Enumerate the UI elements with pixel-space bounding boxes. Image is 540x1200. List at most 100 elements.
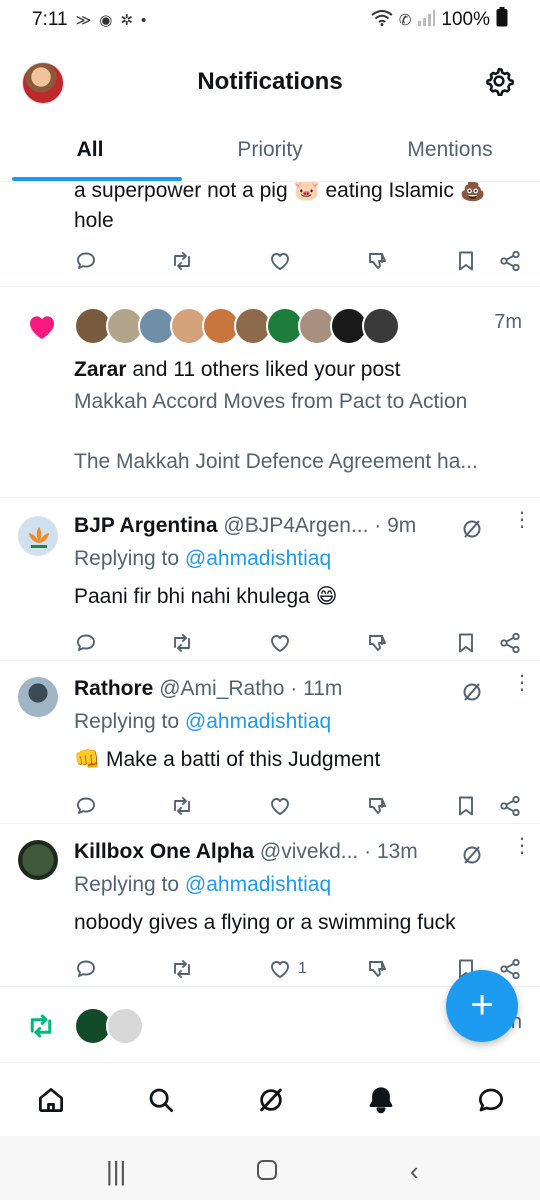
active-tab-indicator [12, 177, 182, 181]
search-icon[interactable] [146, 1085, 176, 1115]
repost-button[interactable] [170, 249, 194, 273]
heart-icon [271, 961, 289, 978]
repost-button[interactable] [170, 631, 194, 655]
mention-link[interactable]: @ahmadishtiaq [185, 873, 331, 896]
tab-mentions[interactable]: Mentions [360, 128, 540, 181]
bookmark-button[interactable] [454, 631, 478, 655]
partial-post-line2: hole [74, 209, 114, 232]
more-options-icon[interactable]: ⋮ [512, 836, 532, 856]
bookmark-icon [459, 796, 473, 816]
reply-text: 👊 Make a batti of this Judgment [74, 748, 381, 771]
reposter-avatars[interactable] [74, 1007, 144, 1045]
battery-icon [496, 7, 508, 33]
dislike-button[interactable] [366, 631, 390, 655]
reply-button[interactable] [74, 631, 98, 655]
mention-link[interactable]: @ahmadishtiaq [185, 547, 331, 570]
home-icon[interactable] [36, 1085, 66, 1115]
bookmark-button[interactable] [454, 249, 478, 273]
reply-header: Killbox One Alpha @vivekd... · 13m [74, 840, 520, 864]
share-button[interactable] [498, 794, 522, 818]
home-system-icon[interactable] [255, 1156, 279, 1189]
recent-apps-icon[interactable]: ||| [106, 1156, 126, 1187]
post-actions [74, 246, 524, 276]
share-button[interactable] [498, 631, 522, 655]
bookmark-icon [459, 251, 473, 271]
system-navigation: ||| ‹ [0, 1136, 540, 1200]
reply-header: BJP Argentina @BJP4Argen... · 9m [74, 514, 520, 538]
notification-feed[interactable]: a superpower not a pig 🐷 eating Islamic … [0, 182, 540, 1062]
reply-text: nobody gives a flying or a swimming fuck [74, 911, 456, 934]
more-options-icon[interactable]: ⋮ [512, 510, 532, 530]
dislike-button[interactable] [366, 957, 390, 981]
grok-icon[interactable] [460, 680, 484, 704]
wifi-icon [371, 10, 393, 30]
back-icon[interactable]: ‹ [410, 1156, 419, 1187]
reply-button[interactable] [74, 249, 98, 273]
thumbs-down-icon [369, 635, 386, 651]
heart-icon [271, 635, 289, 652]
tab-priority[interactable]: Priority [180, 128, 360, 181]
tab-all[interactable]: All [0, 128, 182, 181]
grok-icon[interactable] [460, 517, 484, 541]
dislike-button[interactable] [366, 249, 390, 273]
status-bar: 7:11 ≫ ◉ ✲ • ✆ 100% [0, 0, 540, 40]
notification-tabs: All Priority Mentions [0, 128, 540, 182]
grok-icon[interactable] [256, 1085, 286, 1115]
like-button[interactable] [268, 249, 292, 273]
more-options-icon[interactable]: ⋮ [512, 673, 532, 693]
actor-name[interactable]: Zarar [74, 358, 127, 381]
post-actions [74, 791, 524, 821]
tab-mentions-label: Mentions [407, 138, 493, 161]
post-time: · 11m [290, 677, 343, 700]
reply-icon [77, 634, 95, 651]
notifications-icon[interactable] [366, 1085, 396, 1115]
repost-button[interactable] [170, 794, 194, 818]
author-handle[interactable]: @Ami_Ratho [159, 677, 284, 700]
author-name[interactable]: BJP Argentina [74, 514, 218, 537]
author-name[interactable]: Rathore [74, 677, 153, 700]
battery-percent: 100% [441, 9, 490, 30]
share-icon [500, 632, 520, 654]
heart-icon [271, 798, 289, 815]
avatar [106, 1007, 144, 1045]
reply-notification[interactable]: BJP Argentina @BJP4Argen... · 9m ⋮ Reply… [0, 498, 540, 661]
heart-icon [271, 253, 289, 270]
reply-button[interactable] [74, 957, 98, 981]
post-time: · 9m [374, 514, 417, 537]
like-button[interactable] [268, 631, 298, 655]
messages-icon[interactable] [476, 1085, 506, 1115]
partial-post[interactable]: a superpower not a pig 🐷 eating Islamic … [0, 182, 540, 287]
partial-post-line1: a superpower not a pig 🐷 eating Islamic … [74, 182, 486, 202]
bookmark-button[interactable] [454, 794, 478, 818]
post-time: · 13m [364, 840, 418, 863]
avatar[interactable] [18, 516, 58, 556]
tab-all-label: All [76, 138, 104, 161]
avatar[interactable] [18, 840, 58, 880]
repost-button[interactable] [170, 957, 194, 981]
liker-avatars[interactable] [74, 307, 400, 345]
call-icon: ✆ [398, 12, 412, 29]
like-button[interactable]: 1 [268, 957, 307, 981]
thumbs-down-icon [369, 798, 386, 814]
like-button[interactable] [268, 794, 298, 818]
gear-icon[interactable] [484, 66, 514, 96]
like-notification[interactable]: 7m Zarar and 11 others liked your post M… [0, 287, 540, 498]
grok-icon[interactable] [460, 843, 484, 867]
author-handle[interactable]: @BJP4Argen... [223, 514, 368, 537]
reply-icon [77, 960, 95, 977]
compose-button[interactable]: + [446, 970, 518, 1042]
reply-button[interactable] [74, 794, 98, 818]
mention-link[interactable]: @ahmadishtiaq [185, 710, 331, 733]
author-name[interactable]: Killbox One Alpha [74, 840, 254, 863]
dislike-button[interactable] [366, 794, 390, 818]
reply-notification[interactable]: Rathore @Ami_Ratho · 11m ⋮ Replying to @… [0, 661, 540, 824]
dot-icon: • [140, 11, 147, 29]
share-button[interactable] [498, 249, 522, 273]
post-actions [74, 628, 524, 658]
like-summary: Zarar and 11 others liked your post [74, 355, 400, 385]
reply-notification[interactable]: Killbox One Alpha @vivekd... · 13m ⋮ Rep… [0, 824, 540, 987]
repost-icon [30, 1014, 52, 1038]
share-icon [500, 250, 520, 272]
author-handle[interactable]: @vivekd... [260, 840, 358, 863]
avatar[interactable] [18, 677, 58, 717]
